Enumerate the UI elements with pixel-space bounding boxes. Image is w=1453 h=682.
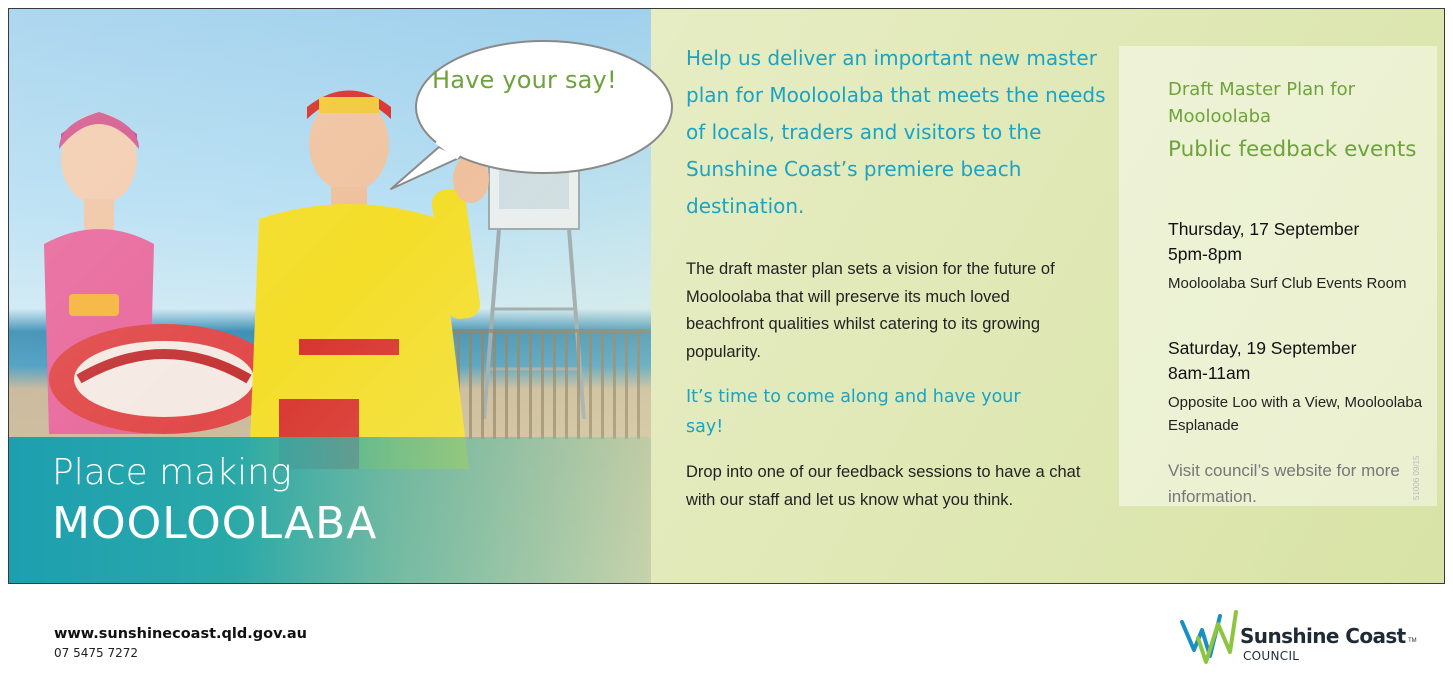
mooloolaba-title: MOOLOOLABA <box>52 498 378 549</box>
intro-paragraph: The draft master plan sets a vision for … <box>686 260 1055 361</box>
events-title: Draft Master Plan for Mooloolaba <box>1168 79 1356 127</box>
phone-number: 07 5475 7272 <box>54 646 138 660</box>
panel-fold <box>1119 467 1159 507</box>
logo-council-text: COUNCIL <box>1243 649 1300 663</box>
place-making-title: Place making <box>52 452 292 493</box>
call-to-action-heading: It’s time to come along and have your sa… <box>686 387 1021 437</box>
print-code: 51006 09/15 <box>1412 455 1421 501</box>
event-2-time: 8am-11am <box>1168 363 1251 383</box>
event-2-location: Opposite Loo with a View, Mooloolaba Esp… <box>1168 394 1423 434</box>
headline: Help us deliver an important new master … <box>686 46 1106 218</box>
logo-wordmark: Sunshine Coast <box>1240 624 1406 648</box>
event-1-location: Mooloolaba Surf Club Events Room <box>1168 275 1407 292</box>
logo-trademark: TM <box>1408 638 1417 644</box>
events-subtitle: Public feedback events <box>1168 137 1417 162</box>
visit-website-note: Visit council’s website for more informa… <box>1168 461 1400 506</box>
speech-bubble-shape <box>390 40 673 190</box>
event-1-date: Thursday, 17 September <box>1168 219 1360 239</box>
event-1-time: 5pm-8pm <box>1168 244 1242 264</box>
speech-bubble-text: Have your say! <box>432 66 617 94</box>
website-link[interactable]: www.sunshinecoast.qld.gov.au <box>54 626 307 642</box>
call-to-action-paragraph: Drop into one of our feedback sessions t… <box>686 463 1081 509</box>
event-2-date: Saturday, 19 September <box>1168 338 1357 358</box>
